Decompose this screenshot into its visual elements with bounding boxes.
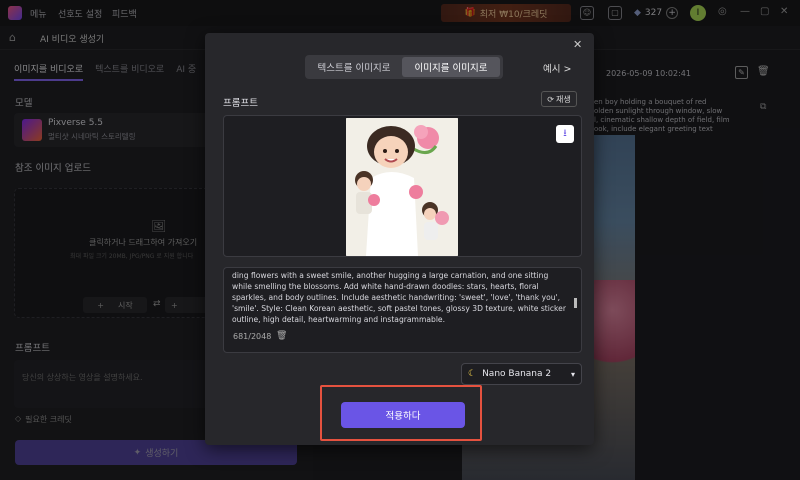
banana-icon: ☾ (468, 369, 477, 379)
refresh-icon: ⟳ (547, 94, 554, 104)
char-count: 681/2048 (233, 332, 272, 341)
reference-image[interactable]: . (346, 118, 458, 256)
model-select-label: Nano Banana 2 (482, 369, 552, 379)
prompt-label: 프롬프트 (223, 98, 258, 109)
model-dropdown[interactable]: ☾ Nano Banana 2 ▾ (461, 363, 582, 385)
girl-with-flowers-illustration: . (346, 118, 458, 256)
refresh-label: 재생 (555, 94, 571, 104)
tab-text-to-image[interactable]: 텍스트를 이미지로 (308, 57, 400, 77)
refresh-button[interactable]: ⟳ 재생 (541, 91, 577, 107)
close-icon[interactable]: ✕ (573, 38, 582, 51)
apply-button[interactable]: 적용하다 (341, 402, 465, 428)
chevron-down-icon: ▾ (570, 369, 575, 379)
tab-image-to-image[interactable]: 이미지를 이미지로 (402, 57, 500, 77)
reference-image-panel: . ⭳ (223, 115, 582, 257)
clear-trash-icon[interactable]: 🗑 (276, 331, 287, 341)
textarea-scrollbar[interactable] (574, 298, 577, 308)
download-icon[interactable]: ⭳ (556, 125, 574, 143)
prompt-text: ding flowers with a sweet smile, another… (232, 271, 566, 324)
mode-segmented-control: 텍스트를 이미지로 이미지를 이미지로 (305, 55, 503, 79)
app-window: 메뉴 선호도 설정 피드백 🎁 최저 ₩10/크레딧 ☺ ▢ ◆ 327 + I… (0, 0, 800, 480)
prompt-textarea[interactable]: ding flowers with a sweet smile, another… (223, 267, 582, 353)
examples-link[interactable]: 예시 > (543, 61, 571, 75)
image-edit-modal: ✕ 텍스트를 이미지로 이미지를 이미지로 예시 > 프롬프트 ⟳ 재생 ⭳ d… (205, 33, 594, 445)
